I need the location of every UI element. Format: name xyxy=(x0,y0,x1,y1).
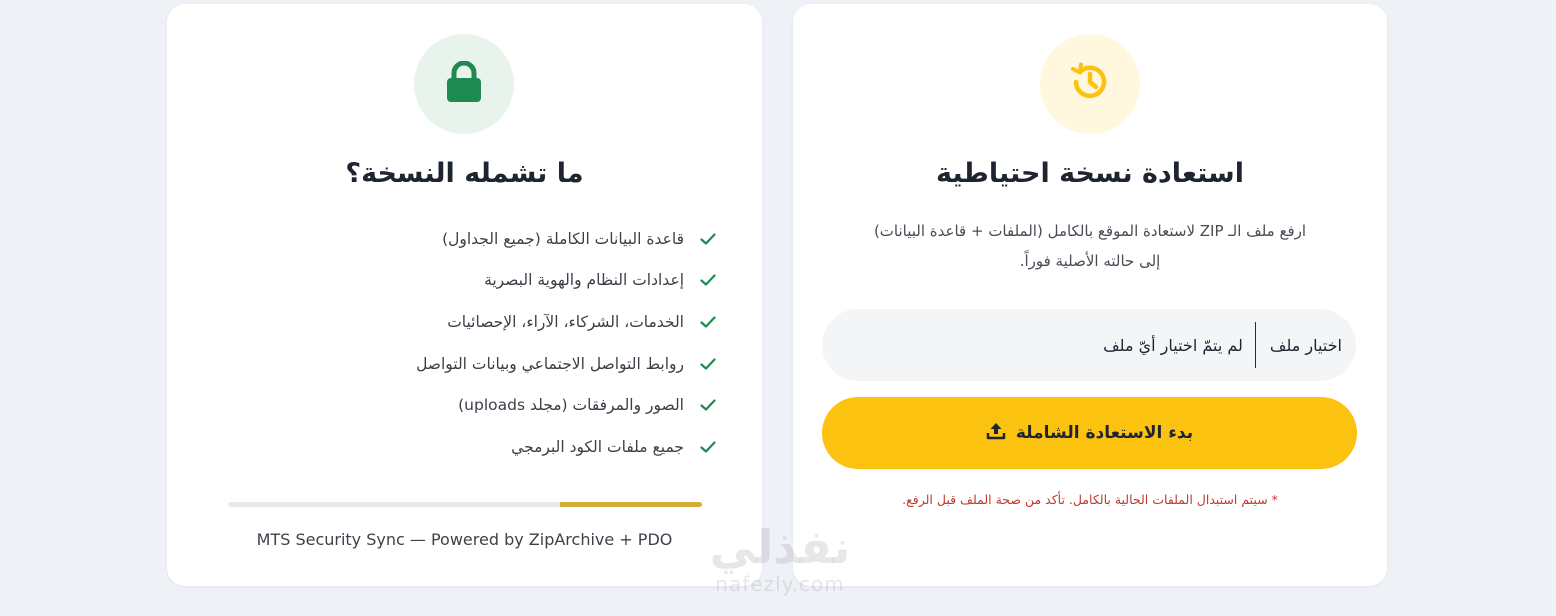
check-icon xyxy=(698,274,716,286)
feature-item: إعدادات النظام والهوية البصرية xyxy=(416,260,716,302)
check-icon xyxy=(698,441,716,453)
lock-icon xyxy=(445,60,483,107)
feature-label: جميع ملفات الكود البرمجي xyxy=(511,437,684,456)
feature-item: قاعدة البيانات الكاملة (جميع الجداول) xyxy=(416,218,716,260)
lock-icon-circle xyxy=(414,34,514,134)
start-restore-label: بدء الاستعادة الشاملة xyxy=(1015,423,1194,443)
progress-fill xyxy=(559,502,702,507)
history-icon-circle xyxy=(1040,34,1140,134)
features-list: قاعدة البيانات الكاملة (جميع الجداول) إع… xyxy=(416,218,716,468)
restore-warning: * سيتم استبدال الملفات الحالية بالكامل. … xyxy=(902,492,1278,507)
powered-by-note: MTS Security Sync — Powered by ZipArchiv… xyxy=(256,530,673,549)
contents-title: ما تشمله النسخة؟ xyxy=(345,158,584,189)
restore-description: ارفع ملف الـ ZIP لاستعادة الموقع بالكامل… xyxy=(833,216,1347,276)
restore-title: استعادة نسخة احتياطية xyxy=(936,158,1244,189)
feature-label: روابط التواصل الاجتماعي وبيانات التواصل xyxy=(416,354,684,373)
feature-label: الخدمات، الشركاء، الآراء، الإحصائيات xyxy=(447,312,684,331)
file-status: لم يتمّ اختيار أيّ ملف xyxy=(1103,335,1243,355)
feature-label: قاعدة البيانات الكاملة (جميع الجداول) xyxy=(442,229,684,248)
feature-item: روابط التواصل الاجتماعي وبيانات التواصل xyxy=(416,343,716,385)
feature-item: الصور والمرفقات (مجلد uploads) xyxy=(416,384,716,426)
start-restore-button[interactable]: بدء الاستعادة الشاملة xyxy=(822,397,1357,469)
file-input[interactable]: اختيار ملف لم يتمّ اختيار أيّ ملف xyxy=(822,309,1356,381)
restore-backup-card: استعادة نسخة احتياطية ارفع ملف الـ ZIP ل… xyxy=(793,4,1387,586)
description-line: إلى حالته الأصلية فوراً. xyxy=(1019,252,1161,270)
check-icon xyxy=(698,399,716,411)
feature-label: الصور والمرفقات (مجلد uploads) xyxy=(458,396,684,415)
feature-label: إعدادات النظام والهوية البصرية xyxy=(484,271,684,290)
description-line: ارفع ملف الـ ZIP لاستعادة الموقع بالكامل… xyxy=(873,222,1307,240)
feature-item: الخدمات، الشركاء، الآراء، الإحصائيات xyxy=(416,301,716,343)
upload-icon xyxy=(986,421,1006,446)
feature-item: جميع ملفات الكود البرمجي xyxy=(416,426,716,468)
check-icon xyxy=(698,357,716,370)
check-icon xyxy=(698,233,716,245)
backup-contents-card: ما تشمله النسخة؟ قاعدة البيانات الكاملة … xyxy=(167,4,762,586)
history-icon xyxy=(1068,60,1112,108)
check-icon xyxy=(698,316,716,328)
progress-bar xyxy=(228,502,702,507)
choose-file-button[interactable]: اختيار ملف xyxy=(1254,322,1356,368)
